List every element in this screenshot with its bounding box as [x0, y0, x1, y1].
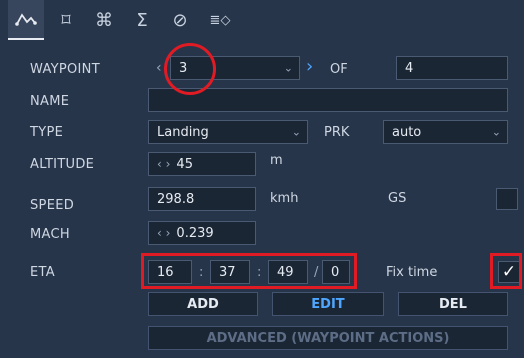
chevron-down-icon: ⌄ [491, 125, 501, 139]
gs-label: GS [388, 191, 407, 206]
next-waypoint-icon[interactable]: › [306, 56, 313, 77]
waypoint-panel: ⌑ ⌘ Σ ⊘ ≣◇ WAYPOINT ‹ 3 ⌄ › OF 4 NAME TY… [0, 0, 524, 358]
speed-value: 298.8 [157, 191, 195, 207]
chevron-down-icon: ⌄ [291, 125, 301, 139]
highlight-circle [164, 43, 216, 95]
satellite-icon: ⌑ [61, 9, 71, 31]
of-label: OF [330, 62, 348, 77]
type-select[interactable]: Landing ⌄ [148, 120, 308, 144]
gs-checkbox[interactable] [496, 188, 518, 210]
speed-input[interactable]: 298.8 [148, 187, 256, 211]
spin-arrows-icon[interactable]: ‹ › [157, 226, 170, 240]
prev-waypoint-icon[interactable]: ‹ [156, 60, 162, 76]
delete-button[interactable]: DEL [398, 292, 508, 316]
altitude-value: 45 [176, 156, 193, 172]
chevron-down-icon: ⌄ [283, 61, 293, 75]
route-icon [15, 11, 37, 27]
eta-label: ETA [30, 265, 55, 280]
waypoint-count-value: 4 [405, 60, 414, 76]
fix-time-label: Fix time [386, 265, 438, 280]
altitude-input[interactable]: ‹ › 45 [148, 152, 256, 176]
disabled-icon: ⊘ [172, 9, 188, 31]
highlight-eta-box [141, 253, 357, 289]
mach-value: 0.239 [176, 225, 214, 241]
highlight-fix-time-box [490, 253, 522, 289]
spin-arrows-icon[interactable]: ‹ › [157, 157, 170, 171]
sigma-icon: Σ [136, 9, 148, 31]
list-diamond-icon: ≣◇ [209, 12, 231, 28]
name-label: NAME [30, 94, 70, 109]
tab-bar: ⌑ ⌘ Σ ⊘ ≣◇ [0, 0, 524, 40]
right-edge-strip [524, 0, 531, 358]
altitude-label: ALTITUDE [30, 157, 95, 172]
tab-route[interactable] [8, 0, 44, 40]
mach-input[interactable]: ‹ › 0.239 [148, 221, 256, 245]
altitude-unit: m [270, 153, 283, 168]
waypoint-label: WAYPOINT [30, 62, 100, 77]
prk-select[interactable]: auto ⌄ [383, 120, 508, 144]
prk-value: auto [392, 124, 422, 140]
command-icon: ⌘ [95, 9, 113, 31]
speed-label: SPEED [30, 198, 75, 213]
type-label: TYPE [30, 125, 64, 140]
speed-unit: kmh [270, 191, 299, 206]
tab-command[interactable]: ⌘ [86, 0, 122, 40]
add-button[interactable]: ADD [148, 292, 258, 316]
prk-label: PRK [324, 125, 350, 140]
tab-disabled[interactable]: ⊘ [162, 0, 198, 40]
type-value: Landing [157, 124, 209, 140]
tab-satellite[interactable]: ⌑ [48, 0, 84, 40]
advanced-waypoint-actions-button[interactable]: ADVANCED (WAYPOINT ACTIONS) [148, 326, 508, 350]
mach-label: MACH [30, 227, 70, 242]
tab-sigma[interactable]: Σ [124, 0, 160, 40]
waypoint-count-field: 4 [396, 56, 508, 80]
tab-list-diamond[interactable]: ≣◇ [202, 0, 238, 40]
edit-button[interactable]: EDIT [272, 292, 384, 316]
